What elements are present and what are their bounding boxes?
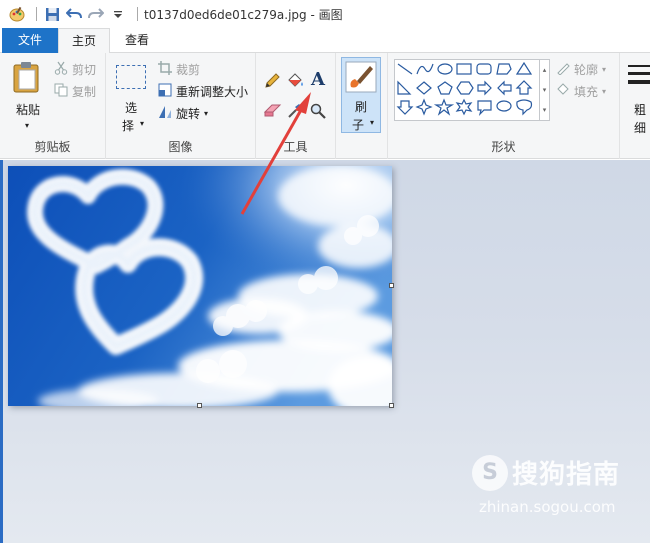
- watermark-url: zhinan.sogou.com: [479, 498, 616, 516]
- watermark-text: 搜狗指南: [512, 460, 621, 490]
- watermark: S 搜狗指南: [472, 454, 620, 491]
- arrow-head: [295, 92, 311, 114]
- sogou-logo-icon: S: [472, 454, 508, 491]
